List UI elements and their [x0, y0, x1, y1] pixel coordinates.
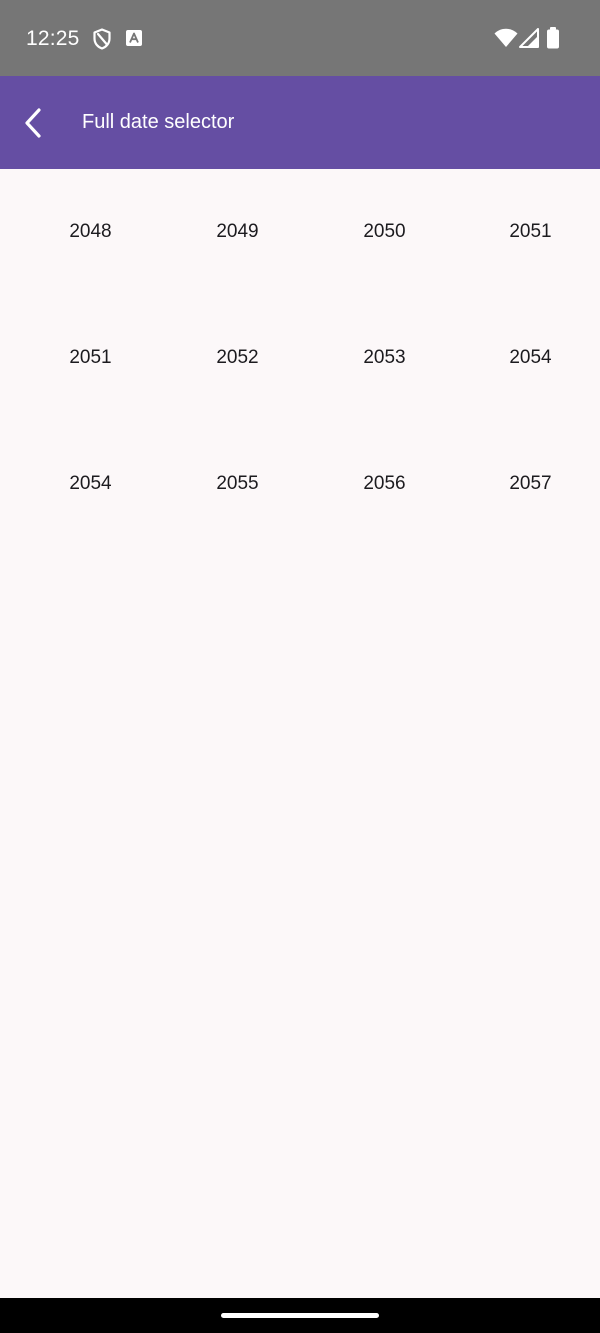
year-option[interactable]: 2056 — [311, 421, 458, 547]
year-option[interactable]: 2055 — [164, 421, 311, 547]
battery-icon — [547, 27, 559, 49]
cell-signal-icon — [519, 28, 539, 48]
year-option[interactable]: 2057 — [457, 421, 600, 547]
year-option[interactable]: 2052 — [164, 295, 311, 421]
font-a-icon — [126, 30, 142, 46]
app-bar: Full date selector — [0, 76, 600, 169]
year-option[interactable]: 2048 — [17, 169, 164, 295]
navigation-bar — [0, 1298, 600, 1333]
year-option[interactable]: 2049 — [164, 169, 311, 295]
status-bar: 12:25 — [0, 0, 600, 76]
shield-icon — [93, 28, 111, 50]
year-row: 2054 2055 2056 2057 — [0, 421, 600, 547]
year-option[interactable]: 2054 — [457, 295, 600, 421]
year-option[interactable]: 2051 — [17, 295, 164, 421]
wifi-icon — [494, 28, 518, 47]
year-option[interactable]: 2050 — [311, 169, 458, 295]
year-option[interactable]: 2053 — [311, 295, 458, 421]
year-grid: 2048 2049 2050 2051 2051 2052 2053 2054 … — [0, 169, 600, 547]
year-row: 2048 2049 2050 2051 — [0, 169, 600, 295]
year-option[interactable]: 2051 — [457, 169, 600, 295]
chevron-left-icon — [25, 108, 41, 138]
year-row: 2051 2052 2053 2054 — [0, 295, 600, 421]
status-time: 12:25 — [26, 27, 80, 50]
home-gesture-handle[interactable] — [221, 1313, 379, 1318]
back-button[interactable] — [8, 98, 58, 148]
page-title: Full date selector — [82, 111, 235, 133]
year-option[interactable]: 2054 — [17, 421, 164, 547]
